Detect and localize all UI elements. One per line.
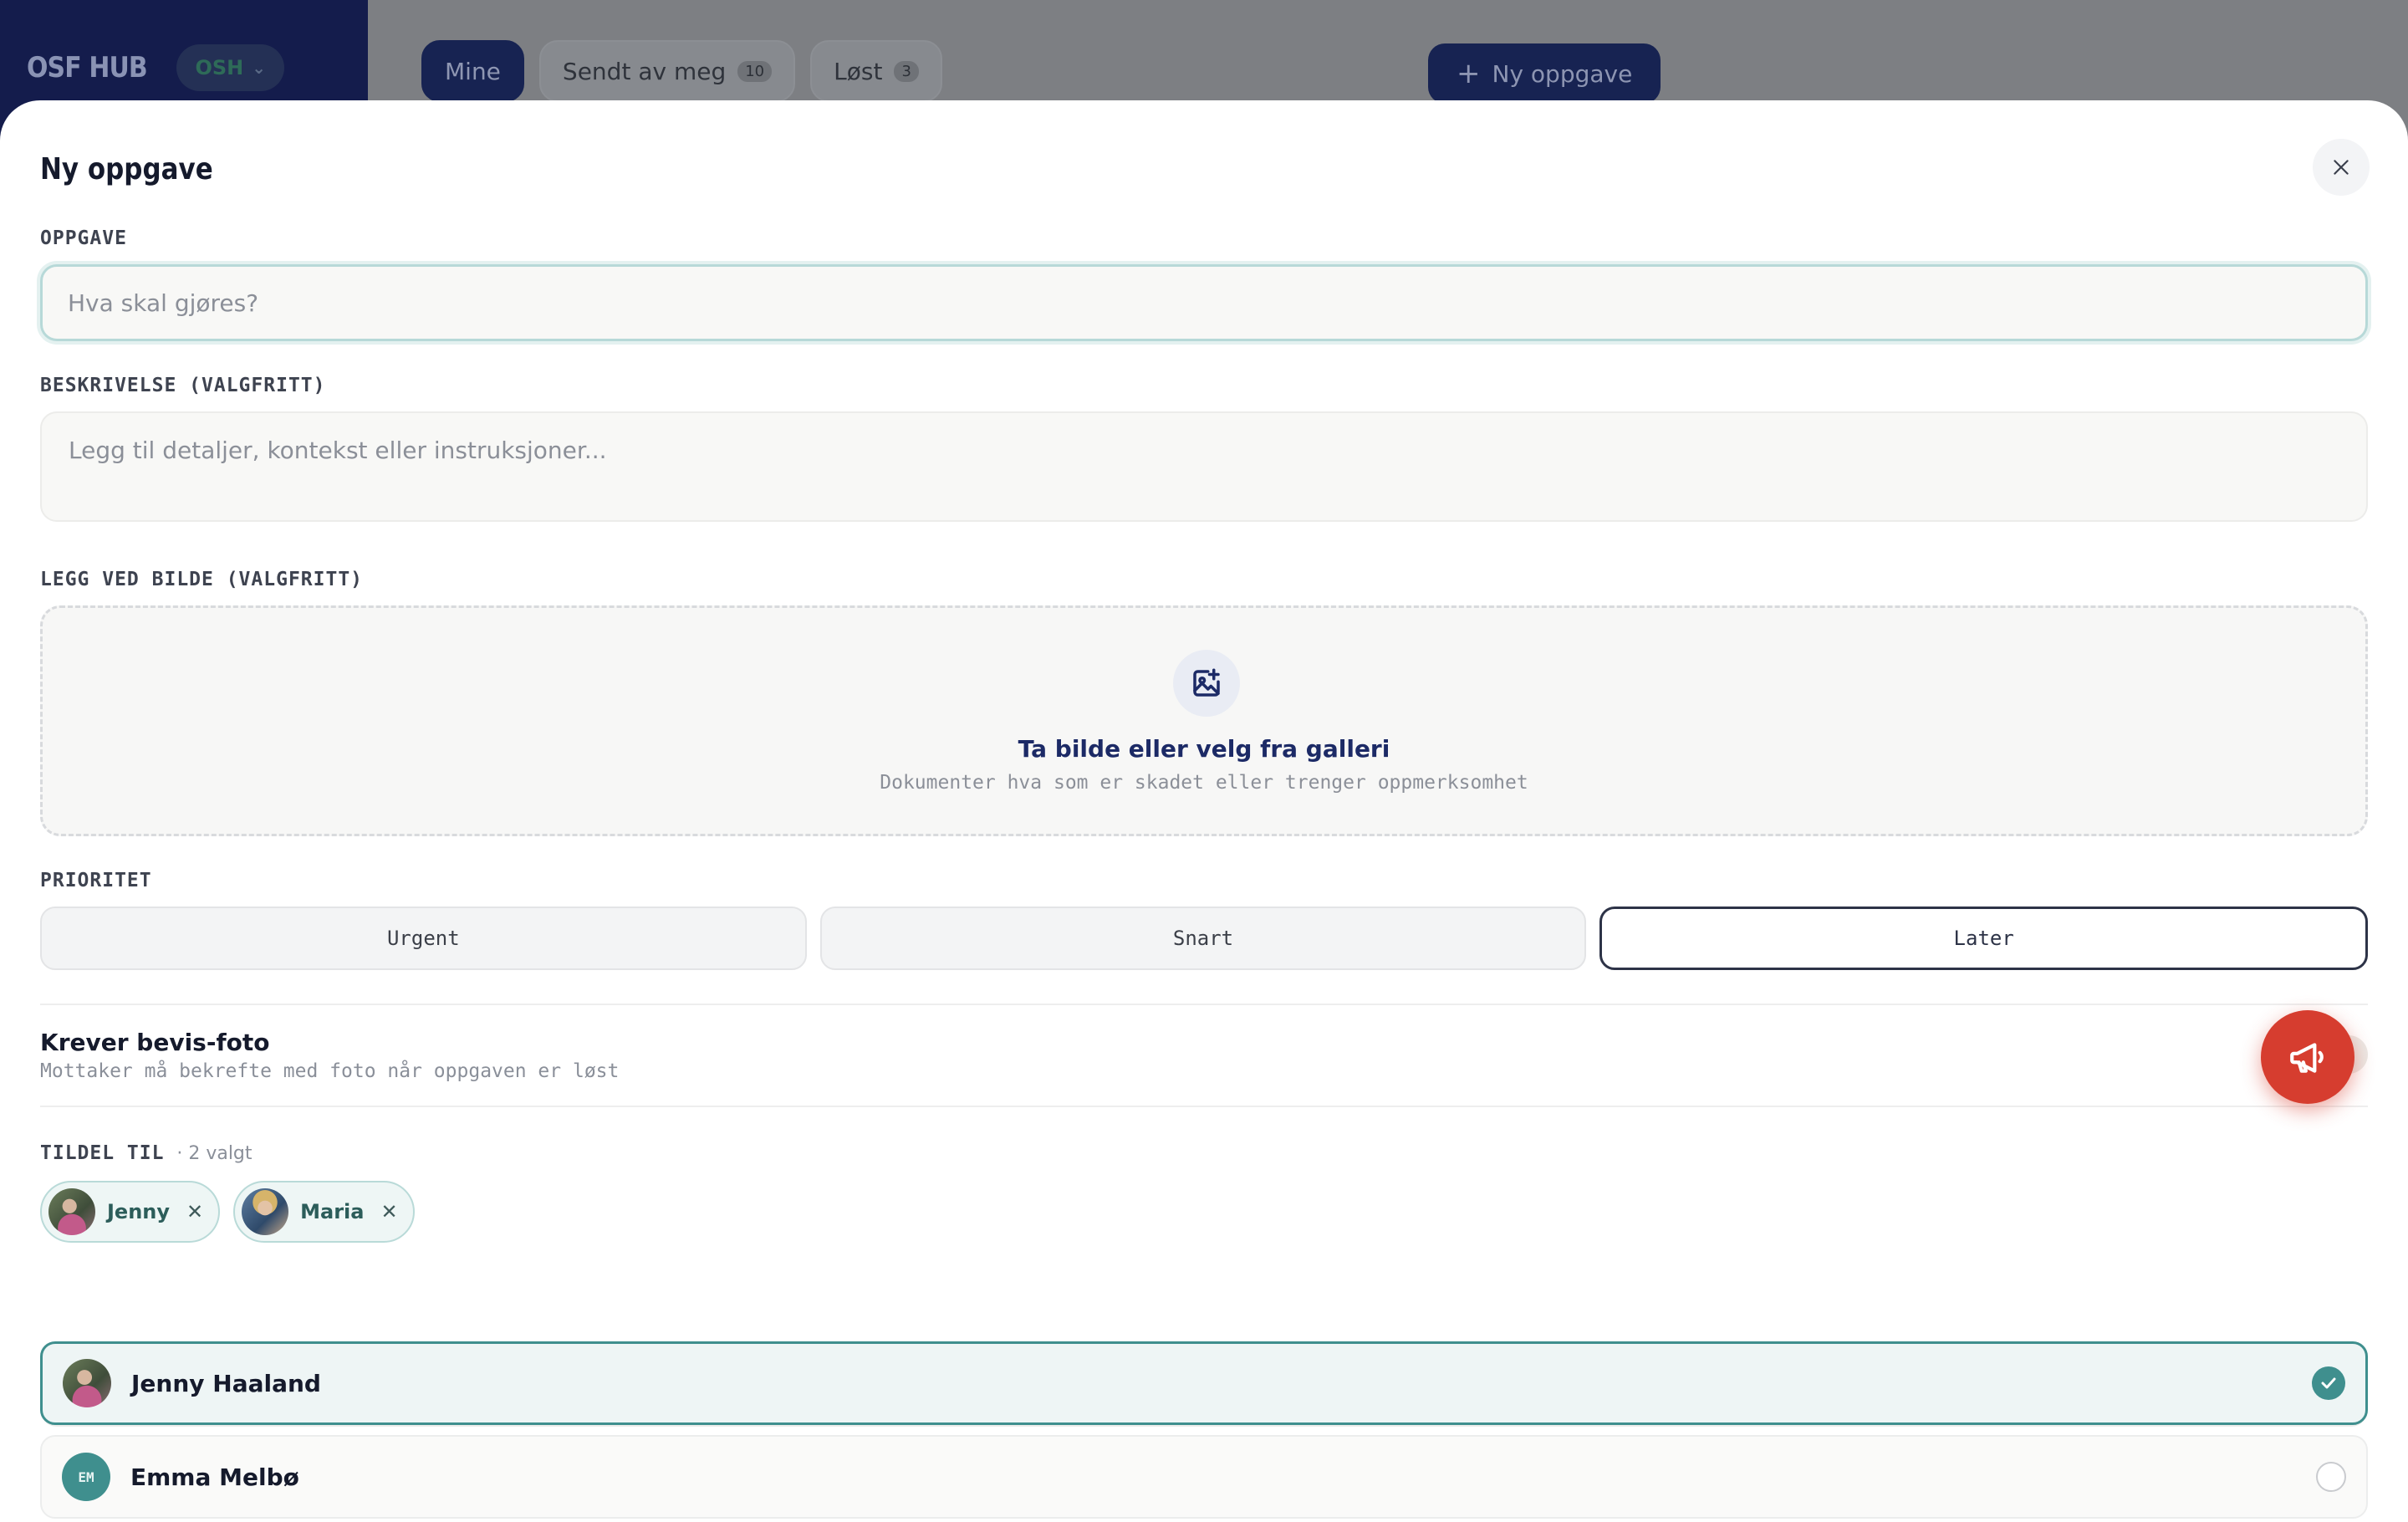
brand: OSF HUB OSH ⌄ bbox=[27, 44, 284, 91]
divider bbox=[40, 1106, 2368, 1107]
priority-segmented-control: Urgent Snart Later bbox=[40, 907, 2369, 970]
assignee-chip: Jenny ✕ bbox=[40, 1181, 221, 1243]
brand-logo-text: OSF HUB bbox=[27, 51, 148, 84]
image-add-icon bbox=[1173, 650, 1240, 717]
new-task-button[interactable]: + Ny oppgave bbox=[1428, 43, 1661, 104]
avatar-initials: EM bbox=[62, 1453, 110, 1501]
image-dropzone[interactable]: Ta bilde eller velg fra galleri Dokument… bbox=[40, 605, 2368, 836]
tab-label: Sendt av meg bbox=[562, 57, 727, 85]
checkmark-icon bbox=[2312, 1366, 2345, 1400]
person-name: Emma Melbø bbox=[130, 1463, 299, 1491]
new-task-label: Ny oppgave bbox=[1492, 59, 1633, 88]
chip-label: Jenny bbox=[107, 1200, 171, 1223]
assign-label: TILDEL TIL · 2 valgt bbox=[40, 1142, 253, 1164]
proof-photo-subtitle: Mottaker må bekrefte med foto når oppgav… bbox=[40, 1060, 620, 1082]
radio-unchecked-icon bbox=[2316, 1462, 2346, 1492]
priority-later-button[interactable]: Later bbox=[1599, 907, 2369, 970]
plus-icon: + bbox=[1457, 57, 1481, 90]
tab-count-badge: 10 bbox=[737, 60, 773, 82]
tab-count-badge: 3 bbox=[894, 60, 919, 82]
description-field[interactable] bbox=[40, 411, 2368, 522]
remove-chip-icon[interactable]: ✕ bbox=[186, 1200, 203, 1223]
close-button[interactable] bbox=[2313, 139, 2370, 196]
dropzone-title: Ta bilde eller velg fra galleri bbox=[1018, 735, 1390, 763]
tab-label: Mine bbox=[445, 57, 501, 85]
megaphone-icon bbox=[2290, 1043, 2324, 1073]
sheet-title: Ny oppgave bbox=[40, 152, 213, 186]
tab-label: Løst bbox=[834, 57, 883, 85]
remove-chip-icon[interactable]: ✕ bbox=[380, 1200, 397, 1223]
divider bbox=[40, 1004, 2368, 1005]
tab-solved[interactable]: Løst 3 bbox=[810, 40, 942, 102]
avatar bbox=[242, 1188, 289, 1235]
proof-photo-title: Krever bevis-foto bbox=[40, 1029, 270, 1056]
tab-mine[interactable]: Mine bbox=[421, 40, 524, 102]
org-switcher[interactable]: OSH ⌄ bbox=[176, 44, 284, 91]
assignee-chips: Jenny ✕ Maria ✕ bbox=[40, 1181, 415, 1243]
org-badge-label: OSH bbox=[195, 56, 244, 79]
person-name: Jenny Haaland bbox=[131, 1369, 321, 1397]
chip-label: Maria bbox=[300, 1200, 365, 1223]
feedback-fab[interactable] bbox=[2261, 1010, 2354, 1104]
new-task-sheet: Ny oppgave OPPGAVE BESKRIVELSE (VALGFRIT… bbox=[0, 100, 2408, 1522]
dropzone-subtitle: Dokumenter hva som er skadet eller treng… bbox=[880, 772, 1528, 794]
priority-soon-button[interactable]: Snart bbox=[819, 907, 1587, 970]
person-option-emma[interactable]: EM Emma Melbø bbox=[40, 1435, 2368, 1519]
priority-urgent-button[interactable]: Urgent bbox=[40, 907, 807, 970]
task-label: OPPGAVE bbox=[40, 227, 127, 249]
tab-sent-by-me[interactable]: Sendt av meg 10 bbox=[538, 40, 796, 102]
chevron-down-icon: ⌄ bbox=[252, 58, 266, 78]
description-label: BESKRIVELSE (VALGFRITT) bbox=[40, 375, 326, 396]
priority-label: PRIORITET bbox=[40, 870, 152, 891]
assign-count: · 2 valgt bbox=[176, 1143, 253, 1164]
image-label: LEGG VED BILDE (VALGFRITT) bbox=[40, 569, 364, 590]
assign-label-text: TILDEL TIL bbox=[40, 1142, 165, 1164]
avatar bbox=[63, 1359, 111, 1407]
task-tabs: Mine Sendt av meg 10 Løst 3 bbox=[421, 40, 942, 102]
close-icon bbox=[2334, 160, 2349, 175]
assignee-chip: Maria ✕ bbox=[233, 1181, 415, 1243]
avatar bbox=[48, 1188, 95, 1235]
person-option-jenny[interactable]: Jenny Haaland bbox=[40, 1341, 2368, 1425]
task-input[interactable] bbox=[40, 264, 2368, 341]
